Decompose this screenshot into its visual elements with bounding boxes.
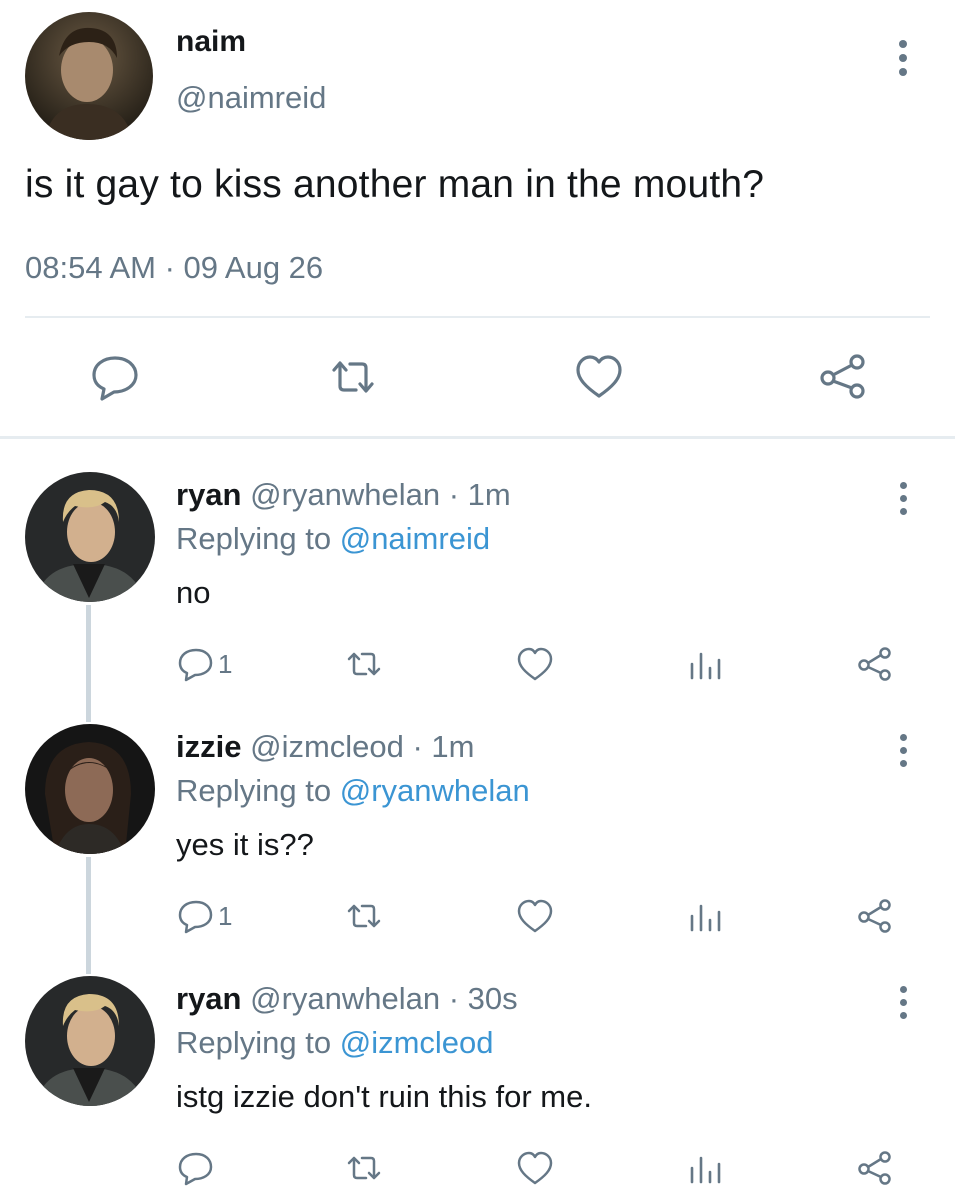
reply-button[interactable]: [176, 1148, 218, 1188]
share-button[interactable]: [855, 896, 895, 936]
mention-link[interactable]: @naimreid: [340, 521, 490, 556]
reply-tweet: ryan @ryanwhelan · 1m Replying to @naimr…: [0, 472, 955, 722]
divider: [25, 316, 930, 318]
reply-header: ryan @ryanwhelan · 1m: [176, 477, 511, 513]
replying-label: Replying to: [176, 521, 340, 556]
retweet-button[interactable]: [344, 896, 384, 936]
like-icon[interactable]: [572, 350, 626, 404]
analytics-button[interactable]: [685, 896, 725, 936]
analytics-button[interactable]: [685, 644, 725, 684]
reply-count: 1: [218, 648, 233, 679]
reply-icon: [178, 1152, 213, 1186]
share-icon: [858, 647, 891, 681]
tweet-text: yes it is??: [176, 827, 314, 862]
retweet-icon: [347, 904, 381, 928]
like-button[interactable]: [515, 896, 555, 936]
user-handle[interactable]: @ryanwhelan · 30s: [250, 981, 518, 1016]
retweet-button[interactable]: [344, 1148, 384, 1188]
share-button[interactable]: [855, 1148, 895, 1188]
share-icon: [858, 899, 891, 933]
avatar[interactable]: [25, 472, 155, 602]
reply-button[interactable]: 1: [176, 896, 232, 936]
analytics-icon: [690, 652, 721, 680]
share-icon[interactable]: [816, 350, 870, 404]
display-name[interactable]: izzie: [176, 729, 241, 764]
user-handle[interactable]: @izmcleod · 1m: [250, 729, 474, 764]
tweet-text: no: [176, 575, 211, 610]
like-button[interactable]: [515, 1148, 555, 1188]
replying-to: Replying to @izmcleod: [176, 1025, 494, 1061]
like-icon: [517, 647, 553, 681]
share-button[interactable]: [855, 644, 895, 684]
analytics-icon: [690, 1156, 721, 1184]
reply-icon[interactable]: [88, 350, 142, 404]
display-name[interactable]: ryan: [176, 981, 241, 1016]
more-options-icon[interactable]: [896, 734, 910, 767]
tweet-timestamp: 08:54 AM · 09 Aug 26: [25, 250, 324, 285]
retweet-icon: [347, 1156, 381, 1180]
tweet-text: istg izzie don't ruin this for me.: [176, 1079, 592, 1114]
reply-header: ryan @ryanwhelan · 30s: [176, 981, 518, 1017]
mention-link[interactable]: @izmcleod: [340, 1025, 494, 1060]
reply-icon: [178, 648, 213, 682]
user-handle[interactable]: @ryanwhelan · 1m: [250, 477, 511, 512]
reply-icon: [178, 900, 213, 934]
display-name[interactable]: naim: [176, 25, 246, 59]
reply-tweet: ryan @ryanwhelan · 30s Replying to @izmc…: [0, 976, 955, 1200]
replying-to: Replying to @ryanwhelan: [176, 773, 530, 809]
retweet-icon: [347, 652, 381, 676]
reply-header: izzie @izmcleod · 1m: [176, 729, 475, 765]
retweet-button[interactable]: [344, 644, 384, 684]
tweet-text: is it gay to kiss another man in the mou…: [25, 163, 765, 206]
analytics-button[interactable]: [685, 1148, 725, 1188]
reply-tweet: izzie @izmcleod · 1m Replying to @ryanwh…: [0, 724, 955, 974]
retweet-icon[interactable]: [326, 350, 380, 404]
replying-label: Replying to: [176, 773, 340, 808]
avatar[interactable]: [25, 976, 155, 1106]
main-tweet: naim @naimreid is it gay to kiss another…: [0, 0, 955, 438]
reply-button[interactable]: 1: [176, 644, 232, 684]
replying-label: Replying to: [176, 1025, 340, 1060]
avatar[interactable]: [25, 12, 153, 140]
analytics-icon: [690, 904, 721, 932]
more-options-icon[interactable]: [896, 986, 910, 1019]
like-icon: [517, 1151, 553, 1185]
section-divider: [0, 436, 955, 439]
avatar[interactable]: [25, 724, 155, 854]
mention-link[interactable]: @ryanwhelan: [340, 773, 530, 808]
reply-count: 1: [218, 900, 233, 931]
display-name[interactable]: ryan: [176, 477, 241, 512]
share-icon: [858, 1151, 891, 1185]
more-options-icon[interactable]: [896, 482, 910, 515]
user-handle[interactable]: @naimreid: [176, 80, 326, 116]
like-icon: [517, 899, 553, 933]
replying-to: Replying to @naimreid: [176, 521, 490, 557]
more-options-icon[interactable]: [896, 40, 910, 76]
like-button[interactable]: [515, 644, 555, 684]
